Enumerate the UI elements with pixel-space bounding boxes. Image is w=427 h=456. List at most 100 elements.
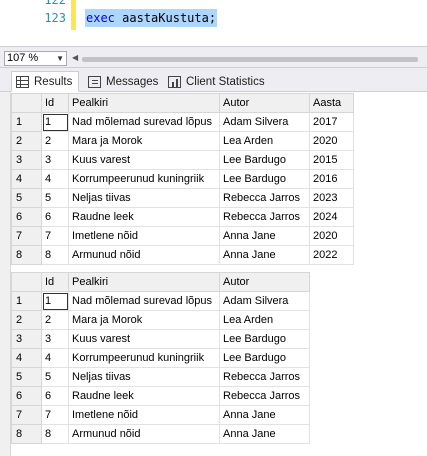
table-cell[interactable]: Lea Arden: [219, 131, 310, 151]
zoom-select[interactable]: 107 % ▼: [4, 51, 67, 66]
table-cell[interactable]: Lee Bardugo: [219, 329, 310, 349]
table-cell[interactable]: 2015: [309, 150, 354, 170]
tab-messages[interactable]: Messages: [83, 71, 165, 92]
row-number-cell[interactable]: 2: [11, 131, 42, 151]
row-number-cell[interactable]: 4: [11, 348, 42, 368]
table-cell[interactable]: 6: [41, 207, 69, 227]
scroll-left-icon[interactable]: ◀: [72, 53, 78, 62]
table-cell[interactable]: 2: [41, 310, 69, 330]
row-number-cell[interactable]: 5: [11, 367, 42, 387]
table-cell[interactable]: 4: [41, 169, 69, 189]
table-cell[interactable]: Neljas tiivas: [68, 188, 220, 208]
result-grid-1[interactable]: Id Pealkiri Autor Aasta 1 1 Nad mõlemad su…: [11, 93, 354, 265]
table-cell[interactable]: Nad mõlemad surevad lõpus: [68, 291, 220, 311]
result-grid-2[interactable]: Id Pealkiri Autor 1 1 Nad mõlemad surevad …: [11, 272, 310, 444]
horizontal-scrollbar[interactable]: [82, 57, 418, 62]
table-cell[interactable]: Rebecca Jarros: [219, 367, 310, 387]
table-cell[interactable]: 4: [41, 348, 69, 368]
table-row[interactable]: 7 7 Imetlene nõid Anna Jane 2020: [11, 226, 354, 246]
table-cell[interactable]: Imetlene nõid: [68, 405, 220, 425]
table-cell[interactable]: 2017: [309, 112, 354, 132]
table-cell[interactable]: Kuus varest: [68, 329, 220, 349]
row-number-cell[interactable]: 2: [11, 310, 42, 330]
table-cell[interactable]: Armunud nõid: [68, 245, 220, 265]
table-cell[interactable]: Armunud nõid: [68, 424, 220, 444]
tab-results[interactable]: Results: [11, 71, 80, 92]
table-cell[interactable]: Mara ja Morok: [68, 131, 220, 151]
column-header[interactable]: Autor: [219, 272, 310, 292]
column-header[interactable]: Autor: [219, 93, 310, 113]
row-number-cell[interactable]: 7: [11, 405, 42, 425]
table-row[interactable]: 5 5 Neljas tiivas Rebecca Jarros 2023: [11, 188, 354, 208]
table-cell[interactable]: 2020: [309, 131, 354, 151]
table-cell[interactable]: Anna Jane: [219, 405, 310, 425]
table-row[interactable]: 4 4 Korrumpeerunud kuningriik Lee Bardugo: [11, 348, 310, 368]
tab-client-statistics[interactable]: Client Statistics: [163, 71, 272, 92]
row-number-cell[interactable]: 3: [11, 329, 42, 349]
table-cell[interactable]: Adam Silvera: [219, 112, 310, 132]
row-number-header[interactable]: [11, 93, 42, 113]
table-cell[interactable]: Raudne leek: [68, 207, 220, 227]
table-cell[interactable]: 5: [41, 188, 69, 208]
table-cell[interactable]: Lee Bardugo: [219, 348, 310, 368]
row-number-cell[interactable]: 5: [11, 188, 42, 208]
row-number-cell[interactable]: 4: [11, 169, 42, 189]
table-cell[interactable]: Raudne leek: [68, 386, 220, 406]
table-cell[interactable]: 3: [41, 329, 69, 349]
table-cell[interactable]: 7: [41, 226, 69, 246]
table-cell[interactable]: Kuus varest: [68, 150, 220, 170]
table-row[interactable]: 1 1 Nad mõlemad surevad lõpus Adam Silvera 2…: [11, 112, 354, 132]
table-cell[interactable]: Lea Arden: [219, 310, 310, 330]
column-header[interactable]: Id: [41, 93, 69, 113]
table-cell[interactable]: Mara ja Morok: [68, 310, 220, 330]
table-cell[interactable]: Adam Silvera: [219, 291, 310, 311]
row-number-cell[interactable]: 6: [11, 207, 42, 227]
row-number-cell[interactable]: 8: [11, 245, 42, 265]
table-row[interactable]: 6 6 Raudne leek Rebecca Jarros 2024: [11, 207, 354, 227]
table-cell[interactable]: 2: [41, 131, 69, 151]
table-cell[interactable]: Neljas tiivas: [68, 367, 220, 387]
table-row[interactable]: 4 4 Korrumpeerunud kuningriik Lee Bardugo 20…: [11, 169, 354, 189]
table-cell[interactable]: 3: [41, 150, 69, 170]
table-cell[interactable]: Anna Jane: [219, 245, 310, 265]
column-header[interactable]: Pealkiri: [68, 93, 220, 113]
query-editor[interactable]: 122 123 exec aastaKustuta;: [0, 0, 427, 46]
column-header[interactable]: Pealkiri: [68, 272, 220, 292]
table-cell[interactable]: Rebecca Jarros: [219, 207, 310, 227]
table-cell[interactable]: 2016: [309, 169, 354, 189]
column-header[interactable]: Id: [41, 272, 69, 292]
table-cell[interactable]: 2023: [309, 188, 354, 208]
table-row[interactable]: 7 7 Imetlene nõid Anna Jane: [11, 405, 310, 425]
table-cell[interactable]: Rebecca Jarros: [219, 188, 310, 208]
table-row[interactable]: 1 1 Nad mõlemad surevad lõpus Adam Silvera: [11, 291, 310, 311]
table-cell[interactable]: 2020: [309, 226, 354, 246]
table-row[interactable]: 8 8 Armunud nõid Anna Jane: [11, 424, 310, 444]
table-row[interactable]: 5 5 Neljas tiivas Rebecca Jarros: [11, 367, 310, 387]
row-number-cell[interactable]: 6: [11, 386, 42, 406]
table-cell[interactable]: 6: [41, 386, 69, 406]
row-number-header[interactable]: [11, 272, 42, 292]
table-cell[interactable]: Lee Bardugo: [219, 169, 310, 189]
row-number-cell[interactable]: 3: [11, 150, 42, 170]
table-cell[interactable]: Anna Jane: [219, 226, 310, 246]
row-number-cell[interactable]: 1: [11, 291, 42, 311]
table-cell[interactable]: Imetlene nõid: [68, 226, 220, 246]
table-cell[interactable]: 5: [41, 367, 69, 387]
table-cell[interactable]: Rebecca Jarros: [219, 386, 310, 406]
table-row[interactable]: 6 6 Raudne leek Rebecca Jarros: [11, 386, 310, 406]
row-number-cell[interactable]: 1: [11, 112, 42, 132]
table-cell[interactable]: Korrumpeerunud kuningriik: [68, 348, 220, 368]
table-cell[interactable]: 8: [41, 424, 69, 444]
table-cell[interactable]: 2022: [309, 245, 354, 265]
table-cell[interactable]: 1: [41, 291, 69, 311]
row-number-cell[interactable]: 8: [11, 424, 42, 444]
table-row[interactable]: 3 3 Kuus varest Lee Bardugo 2015: [11, 150, 354, 170]
row-number-cell[interactable]: 7: [11, 226, 42, 246]
table-cell[interactable]: 1: [41, 112, 69, 132]
table-row[interactable]: 8 8 Armunud nõid Anna Jane 2022: [11, 245, 354, 265]
table-cell[interactable]: 8: [41, 245, 69, 265]
table-row[interactable]: 2 2 Mara ja Morok Lea Arden: [11, 310, 310, 330]
table-row[interactable]: 2 2 Mara ja Morok Lea Arden 2020: [11, 131, 354, 151]
table-cell[interactable]: Korrumpeerunud kuningriik: [68, 169, 220, 189]
chevron-down-icon[interactable]: ▼: [56, 52, 64, 65]
